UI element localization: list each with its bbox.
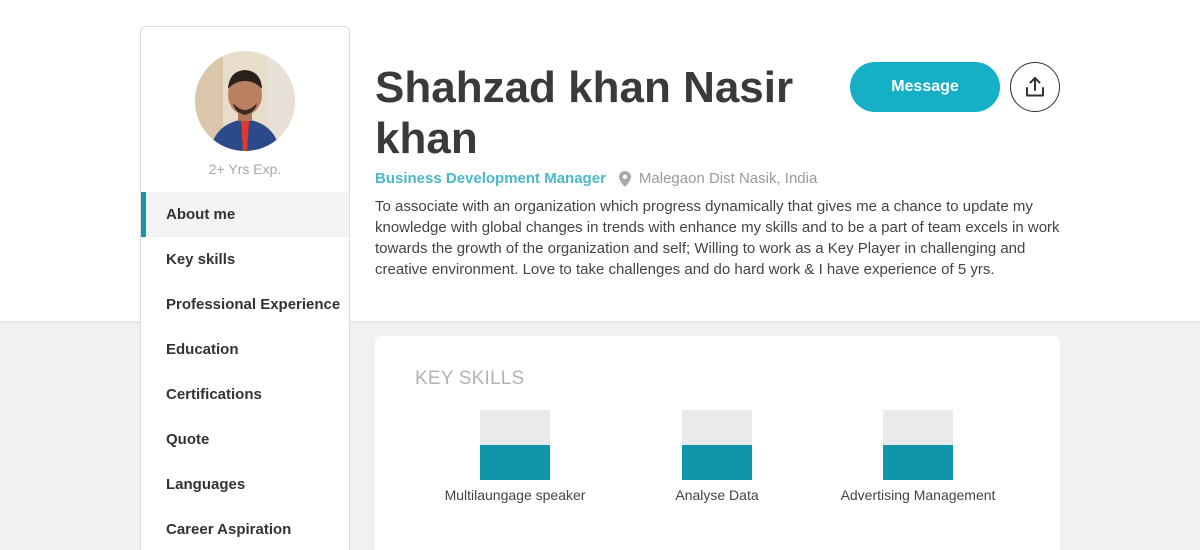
profile-sidebar: 2+ Yrs Exp. About me Key skills Professi… — [140, 26, 350, 550]
sidebar-item-career-aspiration[interactable]: Career Aspiration — [141, 507, 349, 550]
experience-label: 2+ Yrs Exp. — [208, 161, 282, 177]
key-skills-card: KEY SKILLS Multilaungage speaker Analyse… — [375, 336, 1060, 550]
skill-item: Advertising Management — [818, 410, 1018, 503]
share-button[interactable] — [1010, 62, 1060, 112]
skill-item: Analyse Data — [617, 410, 817, 503]
message-button[interactable]: Message — [850, 62, 1000, 112]
sidebar-nav: About me Key skills Professional Experie… — [141, 192, 349, 550]
skill-level-bar — [480, 410, 550, 480]
skill-label: Analyse Data — [675, 487, 759, 503]
sidebar-item-professional-experience[interactable]: Professional Experience — [141, 282, 349, 327]
share-upload-icon — [1026, 77, 1044, 97]
skill-label: Multilaungage speaker — [444, 487, 586, 503]
role-location-line: Business Development Manager Malegaon Di… — [375, 170, 817, 187]
avatar-photo — [195, 51, 295, 151]
about-text: To associate with an organization which … — [375, 198, 1060, 278]
sidebar-item-about-me[interactable]: About me — [141, 192, 349, 237]
sidebar-item-certifications[interactable]: Certifications — [141, 372, 349, 417]
avatar — [195, 51, 295, 151]
profile-name: Shahzad khan Nasir khan — [375, 63, 794, 163]
skill-level-fill — [682, 445, 752, 480]
skill-label: Advertising Management — [840, 487, 996, 503]
sidebar-item-education[interactable]: Education — [141, 327, 349, 372]
location-text: Malegaon Dist Nasik, India — [638, 170, 818, 187]
key-skills-title: KEY SKILLS — [415, 368, 525, 389]
skill-item: Multilaungage speaker — [415, 410, 615, 503]
location-pin-icon — [618, 170, 631, 187]
job-title: Business Development Manager — [375, 170, 606, 187]
skill-level-fill — [883, 445, 953, 480]
sidebar-item-quote[interactable]: Quote — [141, 417, 349, 462]
skill-level-fill — [480, 445, 550, 480]
sidebar-item-key-skills[interactable]: Key skills — [141, 237, 349, 282]
skill-level-bar — [682, 410, 752, 480]
sidebar-item-languages[interactable]: Languages — [141, 462, 349, 507]
skill-level-bar — [883, 410, 953, 480]
